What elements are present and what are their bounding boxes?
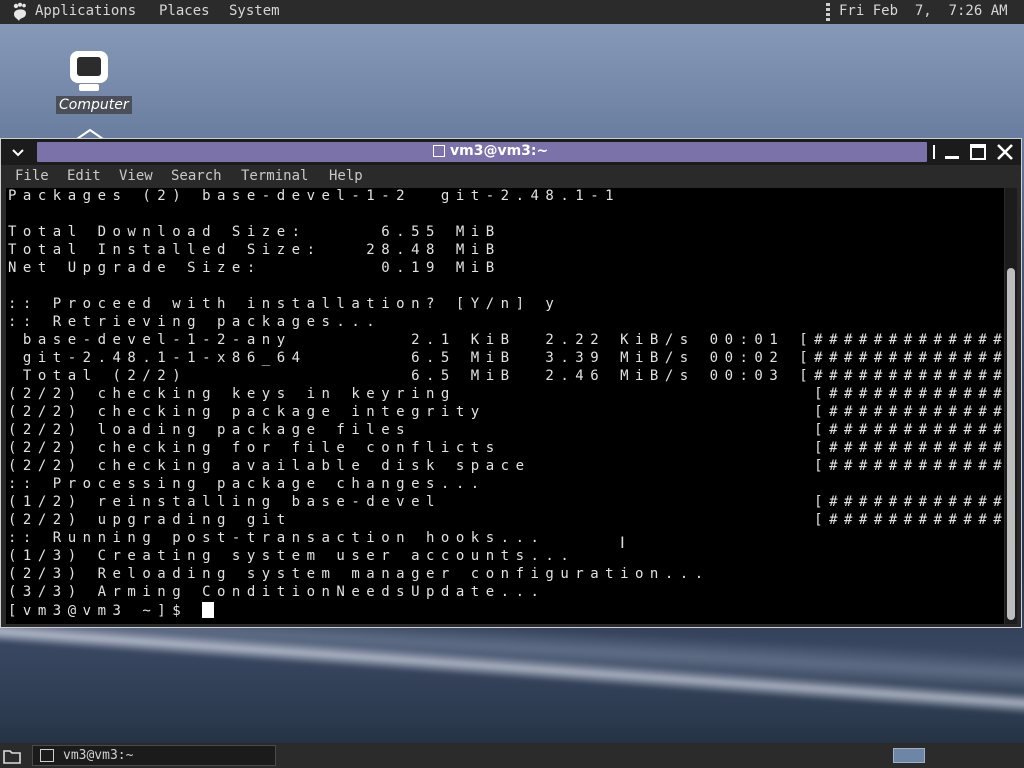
- terminal-small-icon: [433, 145, 445, 157]
- menu-view[interactable]: View: [119, 168, 153, 184]
- menu-search[interactable]: Search: [171, 168, 222, 184]
- menu-help[interactable]: Help: [329, 168, 363, 184]
- terminal-line: (2/2) checking keys in keyring [########…: [8, 386, 1004, 402]
- terminal-line: :: Running post-transaction hooks...: [8, 530, 546, 546]
- clock[interactable]: Fri Feb 7, 7:26 AM: [839, 3, 1008, 19]
- terminal-line: Total (2/2) 6.5 MiB 2.46 MiB/s 00:03 [##…: [8, 368, 1004, 384]
- taskbar-button-terminal[interactable]: vm3@vm3:~: [32, 745, 276, 766]
- terminal-line: base-devel-1-2-any 2.1 KiB 2.22 KiB/s 00…: [8, 332, 1004, 348]
- ibeam-cursor-icon: I: [620, 533, 625, 552]
- close-icon[interactable]: [994, 141, 1016, 163]
- text-cursor: [202, 602, 215, 618]
- menu-terminal[interactable]: Terminal: [241, 168, 308, 184]
- terminal-line: (2/3) Reloading system manager configura…: [8, 566, 710, 582]
- minimize-icon[interactable]: [941, 141, 963, 163]
- window-title: vm3@vm3:~: [450, 143, 549, 159]
- panel-handle[interactable]: [826, 3, 830, 21]
- terminal-line: :: Proceed with installation? [Y/n] y: [8, 296, 561, 312]
- gnome-foot-icon[interactable]: [10, 2, 30, 22]
- terminal-line: :: Retrieving packages...: [8, 314, 382, 330]
- workspace-switcher[interactable]: [893, 748, 925, 763]
- terminal-line: (3/3) Arming ConditionNeedsUpdate...: [8, 584, 546, 600]
- window-menu-chevron-icon[interactable]: [7, 141, 29, 163]
- menu-places[interactable]: Places: [159, 3, 210, 19]
- terminal-line: Net Upgrade Size: 0.19 MiB: [8, 260, 501, 276]
- terminal-output[interactable]: Packages (2) base-devel-1-2 git-2.48.1-1…: [6, 188, 1004, 624]
- menu-applications[interactable]: Applications: [35, 3, 136, 19]
- taskbar-label: vm3@vm3:~: [63, 748, 134, 763]
- menu-edit[interactable]: Edit: [67, 168, 101, 184]
- terminal-window: vm3@vm3:~ File Edit View Search Terminal…: [0, 138, 1022, 628]
- menu-system[interactable]: System: [229, 3, 280, 19]
- terminal-line: git-2.48.1-1-x86_64 6.5 MiB 3.39 MiB/s 0…: [8, 350, 1004, 366]
- terminal-line: Packages (2) base-devel-1-2 git-2.48.1-1: [8, 188, 621, 204]
- window-titlebar[interactable]: vm3@vm3:~: [1, 139, 1021, 165]
- maximize-icon[interactable]: [967, 141, 989, 163]
- terminal-line: (1/3) Creating system user accounts...: [8, 548, 576, 564]
- menu-file[interactable]: File: [15, 168, 49, 184]
- terminal-line: (2/2) checking for file conflicts [#####…: [8, 440, 1004, 456]
- terminal-line: (2/2) checking package integrity [######…: [8, 404, 1004, 420]
- terminal-line: (1/2) reinstalling base-devel [#########…: [8, 494, 1004, 510]
- terminal-scrollbar[interactable]: [1005, 188, 1017, 624]
- terminal-task-icon: [40, 749, 54, 762]
- terminal-line: Total Installed Size: 28.48 MiB: [8, 242, 501, 258]
- desktop-icon-computer[interactable]: Computer: [56, 48, 132, 114]
- desktop-icon-label: Computer: [56, 96, 132, 114]
- terminal-line: :: Processing package changes...: [8, 476, 486, 492]
- bottom-panel: vm3@vm3:~: [0, 743, 1024, 768]
- terminal-line: Total Download Size: 6.55 MiB: [8, 224, 501, 240]
- shell-prompt: [vm3@vm3 ~]$: [8, 603, 203, 619]
- terminal-line: (2/2) upgrading git [#############] 100%: [8, 512, 1004, 528]
- terminal-prompt-line[interactable]: [vm3@vm3 ~]$: [8, 602, 215, 620]
- computer-icon: [70, 51, 108, 91]
- top-panel: Applications Places System Fri Feb 7, 7:…: [0, 0, 1024, 24]
- show-desktop-icon[interactable]: [2, 746, 22, 766]
- terminal-line: (2/2) loading package files [###########…: [8, 422, 1004, 438]
- terminal-line: (2/2) checking available disk space [###…: [8, 458, 1004, 474]
- scrollbar-thumb[interactable]: [1007, 268, 1015, 620]
